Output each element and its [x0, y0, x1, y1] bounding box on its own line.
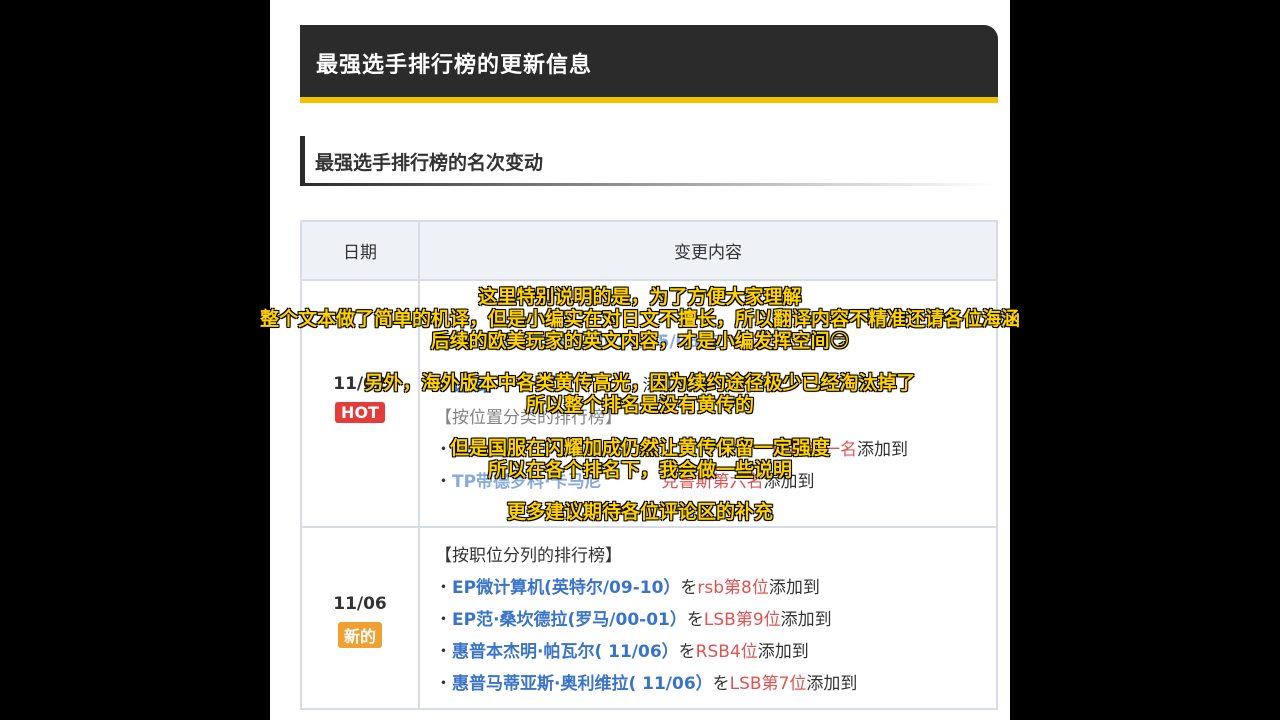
subtitle-line: 所以整个排名是没有黄传的 — [525, 394, 754, 416]
action-text: 添加到 — [757, 642, 809, 662]
position-rank: RSB4位 — [695, 642, 758, 662]
action-text: 添加到 — [780, 610, 832, 630]
particle: を — [680, 578, 698, 598]
player-link[interactable]: 惠普本杰明·帕瓦尔( 11/06） — [452, 642, 679, 662]
section-accent-bar — [300, 136, 305, 186]
bullet: ・ — [435, 610, 452, 630]
list-item[interactable]: ・EP微计算机(英特尔/09-10）をrsb第8位添加到 — [435, 572, 995, 604]
player-link[interactable]: EP微计算机(英特尔/09-10） — [452, 578, 680, 598]
list-item[interactable]: ・惠普马蒂亚斯·奥利维拉( 11/06）をLSB第7位添加到 — [435, 668, 995, 700]
section-underline — [305, 183, 998, 186]
particle: を — [678, 642, 696, 662]
bullet: ・ — [435, 578, 452, 598]
position-rank: LSB第7位 — [729, 674, 807, 694]
bullet: ・ — [435, 642, 452, 662]
particle: を — [686, 610, 704, 630]
new-badge: 新的 — [337, 622, 382, 648]
player-link[interactable]: EP范·桑坎德拉(罗马/00-01） — [452, 610, 687, 630]
particle: を — [712, 674, 730, 694]
player-link[interactable]: 惠普马蒂亚斯·奥利维拉( 11/06） — [452, 674, 713, 694]
page-banner: 最强选手排行榜的更新信息 — [300, 25, 998, 103]
date-text: 11/06 — [333, 594, 387, 614]
page-title: 最强选手排行榜的更新信息 — [316, 53, 593, 78]
bullet: ・ — [435, 674, 452, 694]
table-row-date: 11/06 新的 — [302, 594, 418, 648]
subtitle-line: 后续的欧美玩家的英文内容，才是小编发挥空间😏 — [430, 330, 850, 352]
action-text: 添加到 — [768, 578, 820, 598]
list-item[interactable]: ・EP范·桑坎德拉(罗马/00-01）をLSB第9位添加到 — [435, 604, 995, 636]
content-column-header: 变更内容 — [420, 222, 996, 279]
position-rank: LSB第9位 — [703, 610, 781, 630]
ranking-page: 最强选手排行榜的更新信息 最强选手排行榜的名次变动 日期 变更内容 11/02 … — [270, 0, 1010, 720]
subtitle-line: 所以在各个排名下，我会做一些说明 — [487, 459, 792, 481]
table-divider — [302, 279, 996, 281]
list-heading: 【按职位分列的排行榜】 — [435, 546, 622, 566]
table-divider — [302, 526, 996, 528]
subtitle-line: 更多建议期待各位评论区的补充 — [506, 501, 773, 523]
action-text: 添加到 — [806, 674, 858, 694]
section-header: 最强选手排行榜的名次变动 — [300, 136, 998, 186]
list-item[interactable]: ・惠普本杰明·帕瓦尔( 11/06）をRSB4位添加到 — [435, 636, 995, 668]
position-rank: rsb第8位 — [697, 578, 769, 598]
date-column-header: 日期 — [302, 222, 420, 279]
section-title: 最强选手排行榜的名次变动 — [315, 152, 544, 174]
table-row-content: 【按职位分列的排行榜】 ・EP微计算机(英特尔/09-10）をrsb第8位添加到… — [435, 540, 995, 700]
